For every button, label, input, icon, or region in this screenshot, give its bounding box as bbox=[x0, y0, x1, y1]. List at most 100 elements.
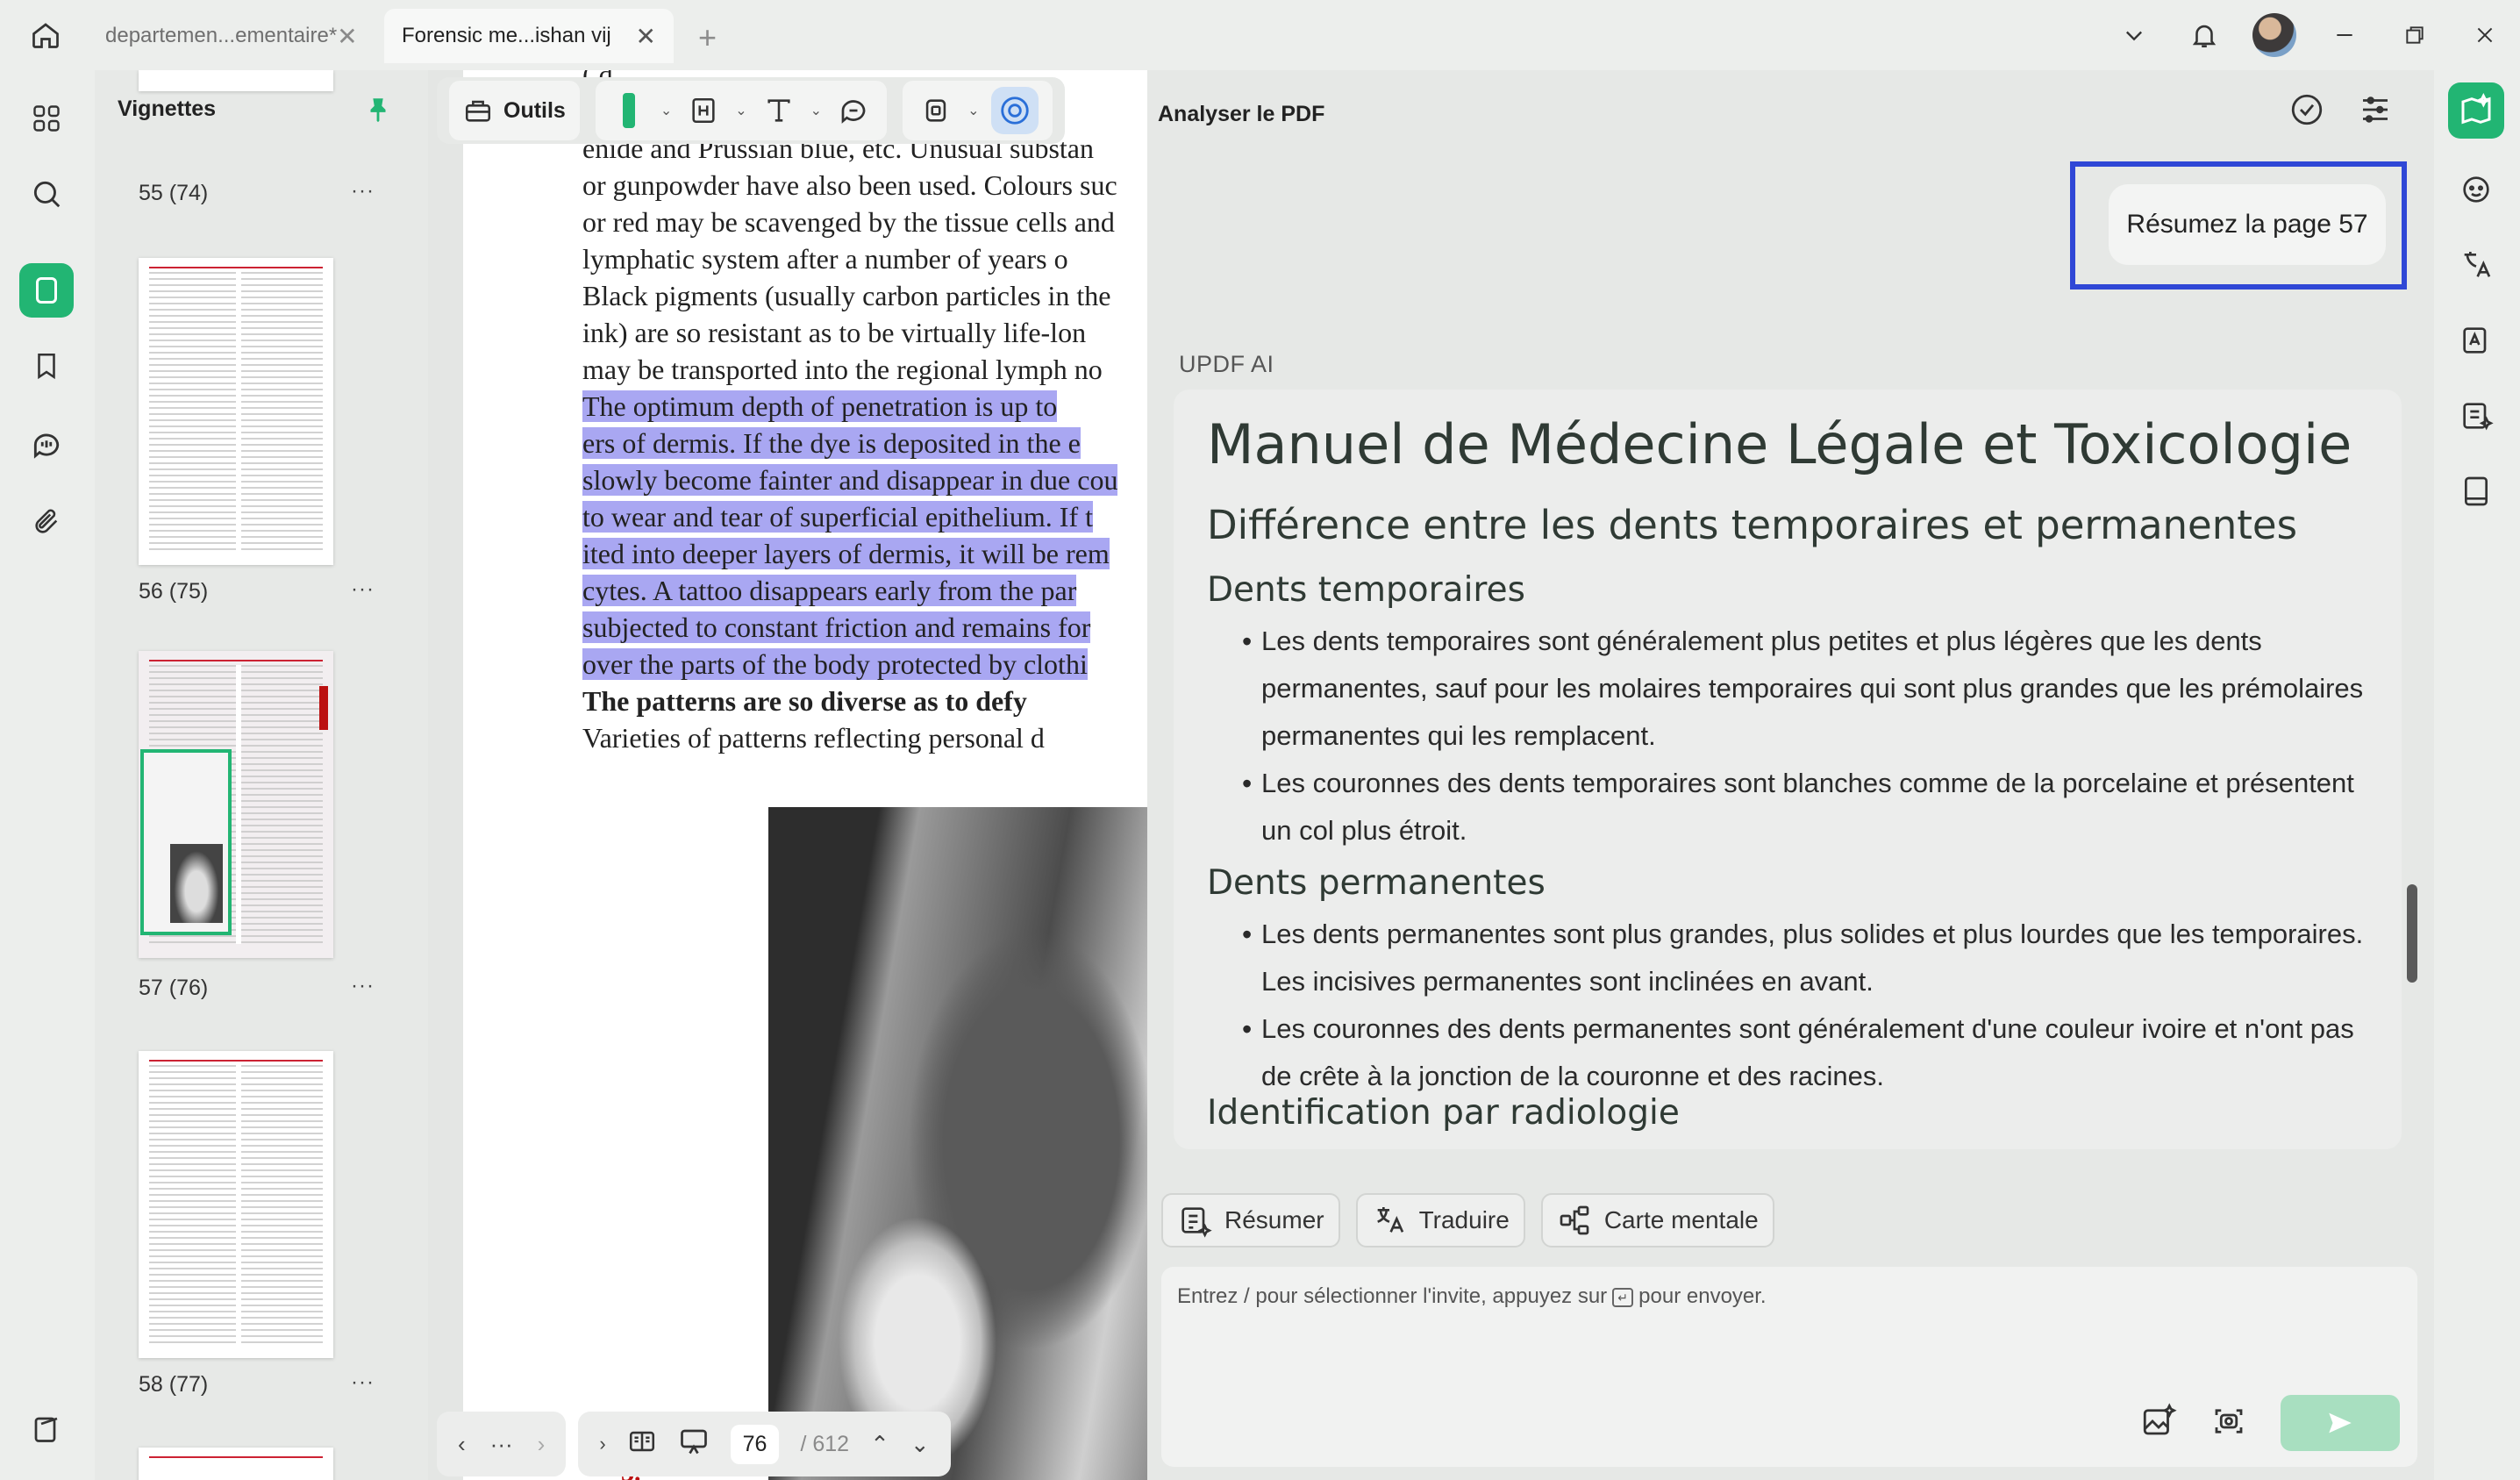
highlighter-icon[interactable] bbox=[610, 91, 648, 130]
section-heading: Identification par radiologie bbox=[1207, 1093, 1680, 1133]
thumbnail-page[interactable] bbox=[139, 258, 333, 565]
text-line: cytes. A tattoo disappears early from th… bbox=[582, 575, 1077, 606]
grid-icon[interactable] bbox=[19, 91, 74, 146]
thumbnail-page-selected[interactable] bbox=[139, 651, 333, 958]
comment-bubble-icon[interactable] bbox=[834, 91, 873, 130]
expand-arrow-icon[interactable]: › bbox=[599, 1433, 605, 1455]
mind-map-icon bbox=[1560, 1205, 1589, 1235]
page-navigation-bar: ‹ ··· › › 76 / 612 ⌃ ⌄ bbox=[437, 1411, 951, 1477]
more-icon[interactable]: ··· bbox=[490, 1431, 513, 1458]
more-options-icon[interactable]: ··· bbox=[351, 179, 375, 204]
tab-document-2[interactable]: Forensic me...ishan vij ✕ bbox=[384, 9, 674, 63]
tab-document-1[interactable]: departemen...ementaire* ✕ bbox=[88, 9, 367, 63]
more-options-icon[interactable]: ··· bbox=[351, 1370, 375, 1395]
image-ai-icon[interactable] bbox=[2140, 1402, 2177, 1444]
chevron-down-icon[interactable]: ⌄ bbox=[910, 1431, 930, 1458]
close-window-icon[interactable] bbox=[2450, 0, 2520, 70]
chip-label: Résumer bbox=[1224, 1206, 1324, 1233]
presentation-icon[interactable] bbox=[678, 1426, 710, 1463]
reader-icon[interactable] bbox=[2448, 463, 2504, 519]
ai-chat-icon[interactable] bbox=[2448, 161, 2504, 218]
summarize-button[interactable]: Résumer bbox=[1161, 1193, 1340, 1248]
comment-icon[interactable] bbox=[19, 418, 74, 472]
ai-map-icon[interactable] bbox=[2448, 82, 2504, 139]
page-total: / 612 bbox=[800, 1431, 850, 1456]
translate-icon bbox=[1376, 1207, 1403, 1233]
mind-map-button[interactable]: Carte mentale bbox=[1540, 1193, 1774, 1248]
ai-panel: Analyser le PDF Résumez la page 57 UPDF … bbox=[1147, 70, 2434, 1480]
text-line: ink) are so resistant as to be virtually… bbox=[582, 317, 1087, 348]
scrollbar[interactable] bbox=[2407, 884, 2417, 983]
more-options-icon[interactable]: ··· bbox=[351, 577, 375, 602]
form-ai-icon[interactable] bbox=[2448, 388, 2504, 444]
text-line: lymphatic system after a number of years… bbox=[582, 243, 1068, 275]
bell-icon[interactable] bbox=[2169, 0, 2239, 70]
text-line: Varieties of patterns reflecting persona… bbox=[582, 722, 1045, 754]
view-group: › 76 / 612 ⌃ ⌄ bbox=[578, 1412, 951, 1476]
text-line: subjected to constant friction and remai… bbox=[582, 611, 1091, 643]
thumbnail-label: 57 (76) bbox=[139, 976, 209, 1000]
chip-label: Carte mentale bbox=[1603, 1206, 1759, 1233]
attachment-icon[interactable] bbox=[19, 495, 74, 549]
ai-assistant-icon[interactable] bbox=[991, 87, 1039, 134]
placeholder-text: Entrez / pour sélectionner l'invite, app… bbox=[1177, 1284, 1608, 1308]
header-footer-icon[interactable] bbox=[684, 91, 723, 130]
edit-toolbar: Outils ⌄ ⌄ ⌄ ⌄ bbox=[437, 77, 1066, 144]
bookmark-icon[interactable] bbox=[19, 339, 74, 393]
translate-button[interactable]: Traduire bbox=[1355, 1193, 1525, 1248]
text-icon[interactable] bbox=[760, 91, 798, 130]
tab-label: departemen...ementaire* bbox=[105, 24, 338, 47]
translate-icon[interactable] bbox=[2448, 237, 2504, 293]
chevron-down-icon[interactable]: ⌄ bbox=[967, 102, 979, 119]
text-line: or red may be scavenged by the tissue ce… bbox=[582, 206, 1115, 238]
screenshot-icon[interactable] bbox=[2210, 1403, 2247, 1444]
close-icon[interactable]: ✕ bbox=[636, 22, 656, 51]
chevron-down-icon[interactable]: ⌄ bbox=[810, 102, 822, 119]
thumbnail-page[interactable] bbox=[139, 1051, 333, 1358]
document-view: ( dc nrenide and Prussian blue, etc. Unu… bbox=[428, 70, 1147, 1480]
chevron-down-icon[interactable] bbox=[2099, 0, 2169, 70]
text-line: or gunpowder have also been used. Colour… bbox=[582, 169, 1117, 201]
pdf-page[interactable]: ( dc nrenide and Prussian blue, etc. Unu… bbox=[463, 70, 1147, 1480]
extra-tools: ⌄ bbox=[903, 81, 1053, 140]
thumbnail-page[interactable] bbox=[139, 1448, 333, 1480]
chevron-down-icon[interactable]: ⌄ bbox=[735, 102, 746, 119]
prompt-input[interactable]: Entrez / pour sélectionner l'invite, app… bbox=[1161, 1267, 2417, 1467]
new-tab-plus-icon[interactable]: + bbox=[698, 19, 717, 56]
pin-icon[interactable] bbox=[363, 95, 393, 129]
chevron-down-icon[interactable]: ⌄ bbox=[660, 102, 672, 119]
home-icon[interactable] bbox=[25, 16, 67, 54]
user-message: Résumez la page 57 bbox=[2109, 184, 2386, 265]
ocr-icon[interactable] bbox=[2448, 312, 2504, 368]
text-line: The optimum depth of penetration is up t… bbox=[582, 390, 1058, 422]
send-button[interactable] bbox=[2281, 1395, 2400, 1451]
stamp-icon[interactable] bbox=[917, 91, 955, 130]
text-line: ers of dermis. If the dye is deposited i… bbox=[582, 427, 1081, 459]
search-icon[interactable] bbox=[19, 167, 74, 221]
close-icon[interactable]: ✕ bbox=[337, 22, 357, 51]
text-line: The patterns are so diverse as to defy bbox=[582, 685, 1027, 717]
page-number-input[interactable]: 76 bbox=[730, 1424, 780, 1464]
thumbnail-label: 56 (75) bbox=[139, 579, 209, 604]
page-text[interactable]: ( dc nrenide and Prussian blue, etc. Unu… bbox=[582, 70, 1147, 756]
chevron-left-icon[interactable]: ‹ bbox=[458, 1431, 466, 1458]
response-subtitle: Différence entre les dents temporaires e… bbox=[1207, 502, 2298, 548]
restore-icon[interactable] bbox=[2380, 0, 2450, 70]
toolbox-icon bbox=[465, 100, 491, 122]
left-rail bbox=[0, 70, 95, 1480]
minimize-icon[interactable] bbox=[2309, 0, 2380, 70]
sidebar-toggle-icon[interactable] bbox=[19, 1402, 74, 1456]
chevron-right-icon[interactable]: › bbox=[538, 1431, 546, 1458]
thumbnail-page[interactable] bbox=[139, 70, 333, 91]
settings-sliders-icon[interactable] bbox=[2357, 91, 2394, 132]
tools-button[interactable]: Outils bbox=[449, 81, 580, 140]
history-icon[interactable] bbox=[2288, 91, 2325, 132]
page-layout-icon[interactable] bbox=[627, 1426, 657, 1462]
more-options-icon[interactable]: ··· bbox=[351, 974, 375, 998]
ai-header-actions bbox=[2288, 91, 2394, 132]
chevron-up-icon[interactable]: ⌃ bbox=[870, 1431, 889, 1458]
quick-actions: Résumer Traduire Carte mentale bbox=[1161, 1193, 1774, 1248]
placeholder-text: pour envoyer. bbox=[1638, 1284, 1767, 1308]
avatar[interactable] bbox=[2252, 13, 2296, 57]
thumbnails-icon[interactable] bbox=[19, 263, 74, 318]
